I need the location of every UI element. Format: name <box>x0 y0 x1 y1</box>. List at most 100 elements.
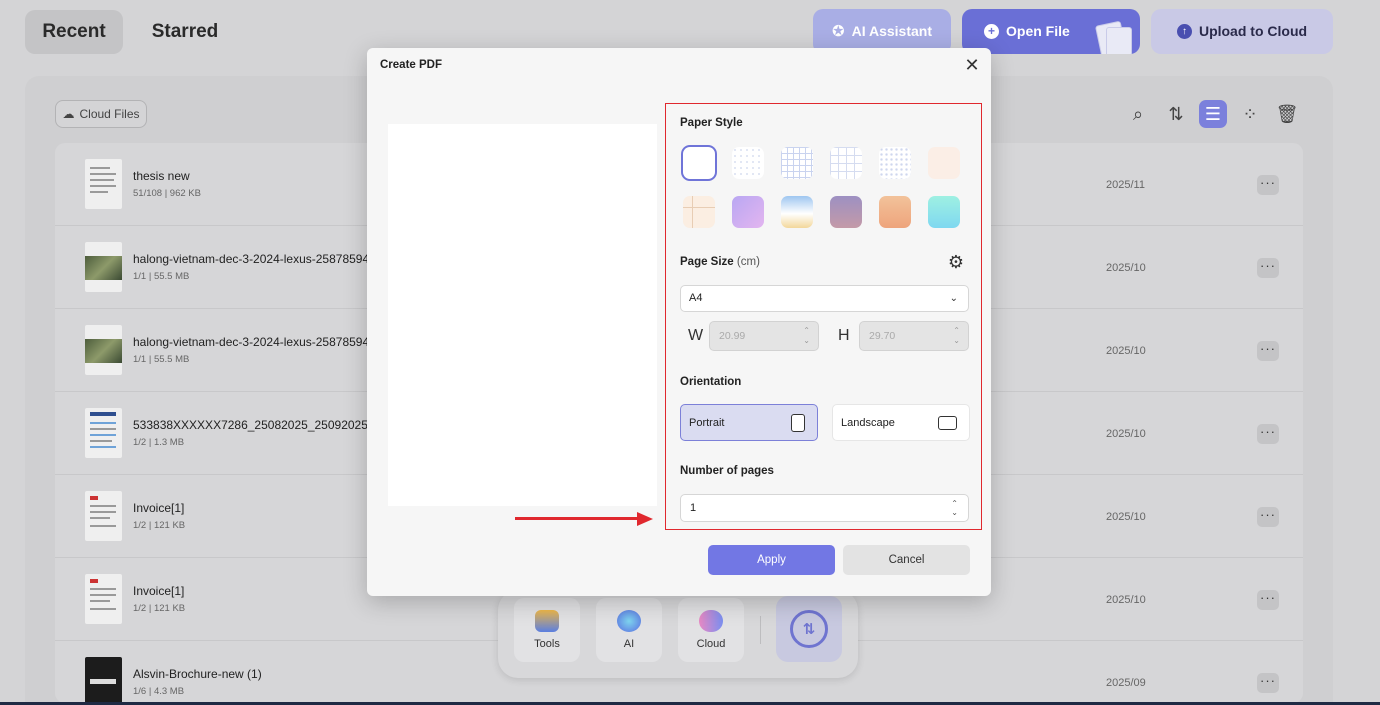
paper-style-aqua[interactable] <box>928 196 960 228</box>
upload-to-cloud-label: Upload to Cloud <box>1198 23 1308 39</box>
file-thumbnail <box>85 159 122 209</box>
documents-illustration-icon <box>1094 19 1134 54</box>
paper-style-cream[interactable] <box>928 147 960 179</box>
paper-style-peach[interactable] <box>879 196 911 228</box>
orientation-label: Orientation <box>680 376 742 388</box>
file-meta: 1/1 | 55.5 MB <box>133 354 190 365</box>
cloud-files-button[interactable]: ☁ Cloud Files <box>55 100 147 128</box>
more-options-button[interactable]: ··· <box>1257 175 1279 195</box>
annotation-arrow-icon <box>515 512 653 526</box>
tools-icon <box>535 610 559 632</box>
file-meta: 1/6 | 4.3 MB <box>133 686 185 697</box>
file-name: Alsvin-Brochure-new (1) <box>133 667 262 681</box>
landscape-option[interactable]: Landscape <box>832 404 970 441</box>
pages-value: 1 <box>690 502 697 514</box>
open-file-button[interactable]: + Open File <box>962 9 1140 54</box>
paper-style-grid[interactable] <box>781 147 813 179</box>
portrait-label: Portrait <box>689 417 725 429</box>
width-label: W <box>688 327 704 344</box>
dock-tools-label: Tools <box>534 638 560 650</box>
file-name: Invoice[1] <box>133 584 185 598</box>
gear-icon[interactable]: ⚙ <box>946 252 966 272</box>
cloud-icon <box>699 610 723 632</box>
dock-cloud-button[interactable]: Cloud <box>678 598 744 662</box>
dock-ai-button[interactable]: AI <box>596 598 662 662</box>
file-name: 533838XXXXXX7286_25082025_25092025_74 <box>133 418 388 432</box>
file-meta: 1/1 | 55.5 MB <box>133 271 190 282</box>
file-thumbnail <box>85 574 122 624</box>
file-date: 2025/10 <box>1106 511 1146 523</box>
file-date: 2025/10 <box>1106 428 1146 440</box>
page-size-select[interactable]: A4 ⌄ <box>680 285 969 312</box>
more-options-button[interactable]: ··· <box>1257 673 1279 693</box>
paper-style-hex[interactable] <box>879 147 911 179</box>
tab-starred[interactable]: Starred <box>140 10 230 54</box>
file-name: halong-vietnam-dec-3-2024-lexus-25878594… <box>133 335 376 349</box>
plus-icon: + <box>984 24 999 39</box>
more-options-button[interactable]: ··· <box>1257 341 1279 361</box>
landscape-page-icon <box>938 416 957 430</box>
dock-tools-button[interactable]: Tools <box>514 598 580 662</box>
create-pdf-dialog: Create PDF ✕ Paper Style Page Size (cm) … <box>367 48 991 596</box>
cancel-button[interactable]: Cancel <box>843 545 970 575</box>
tab-recent[interactable]: Recent <box>25 10 123 54</box>
file-thumbnail <box>85 491 122 541</box>
dock-ai-label: AI <box>623 638 635 650</box>
paper-style-large-grid[interactable] <box>830 147 862 179</box>
height-stepper-icon: ⌃ ⌄ <box>953 326 960 345</box>
apply-button[interactable]: Apply <box>708 545 835 575</box>
dock-cloud-label: Cloud <box>696 638 726 650</box>
grid-view-icon[interactable]: ⁘ <box>1236 100 1264 128</box>
settings-panel: Paper Style Page Size (cm) ⚙ A4 ⌄ W 20.9… <box>665 103 982 530</box>
more-options-button[interactable]: ··· <box>1257 590 1279 610</box>
pages-label: Number of pages <box>680 465 774 477</box>
upload-arrow-icon: ↑ <box>1176 24 1192 39</box>
dialog-title: Create PDF <box>380 59 442 71</box>
height-value: 29.70 <box>869 330 896 342</box>
cloud-icon: ☁ <box>62 107 75 121</box>
pages-input[interactable]: 1 ⌃ ⌄ <box>680 494 969 522</box>
file-date: 2025/09 <box>1106 677 1146 689</box>
page-preview <box>388 124 657 506</box>
paper-style-dots[interactable] <box>732 147 764 179</box>
width-stepper-icon: ⌃ ⌄ <box>803 326 810 345</box>
bottom-dock: Tools AI Cloud ⇅ <box>498 590 858 678</box>
dock-convert-button[interactable]: ⇅ <box>776 596 842 662</box>
file-date: 2025/10 <box>1106 594 1146 606</box>
width-value: 20.99 <box>719 330 746 342</box>
paper-style-blank[interactable] <box>683 147 715 179</box>
more-options-button[interactable]: ··· <box>1257 258 1279 278</box>
cloud-files-label: Cloud Files <box>79 107 140 121</box>
close-icon[interactable]: ✕ <box>963 56 981 74</box>
portrait-option[interactable]: Portrait <box>680 404 818 441</box>
dock-divider <box>760 616 761 644</box>
file-thumbnail <box>85 657 122 703</box>
page-size-unit: (cm) <box>736 256 760 268</box>
paper-style-mauve[interactable] <box>830 196 862 228</box>
trash-icon[interactable]: 🗑 <box>1273 100 1301 128</box>
height-input[interactable]: 29.70 ⌃ ⌄ <box>859 321 969 351</box>
list-view-icon[interactable]: ☰ <box>1199 100 1227 128</box>
file-name: Invoice[1] <box>133 501 185 515</box>
file-date: 2025/11 <box>1106 179 1145 191</box>
file-date: 2025/10 <box>1106 345 1146 357</box>
more-options-button[interactable]: ··· <box>1257 424 1279 444</box>
file-name: thesis new <box>133 169 190 183</box>
landscape-label: Landscape <box>841 417 895 429</box>
paper-style-lavender[interactable] <box>732 196 764 228</box>
page-size-label: Page Size (cm) <box>680 256 760 268</box>
search-icon[interactable]: ⌕ <box>1124 100 1152 128</box>
paper-style-label: Paper Style <box>680 117 743 129</box>
sort-icon[interactable]: ⇅ <box>1162 100 1190 128</box>
paper-style-cornell[interactable] <box>683 196 715 228</box>
upload-to-cloud-button[interactable]: ↑ Upload to Cloud <box>1151 9 1333 54</box>
file-meta: 51/108 | 962 KB <box>133 188 201 199</box>
file-meta: 1/2 | 1.3 MB <box>133 437 185 448</box>
page-size-value: A4 <box>689 292 703 304</box>
file-meta: 1/2 | 121 KB <box>133 520 186 531</box>
pages-stepper-icon: ⌃ ⌄ <box>951 499 958 517</box>
file-meta: 1/2 | 121 KB <box>133 603 186 614</box>
more-options-button[interactable]: ··· <box>1257 507 1279 527</box>
width-input[interactable]: 20.99 ⌃ ⌄ <box>709 321 819 351</box>
paper-style-sky[interactable] <box>781 196 813 228</box>
